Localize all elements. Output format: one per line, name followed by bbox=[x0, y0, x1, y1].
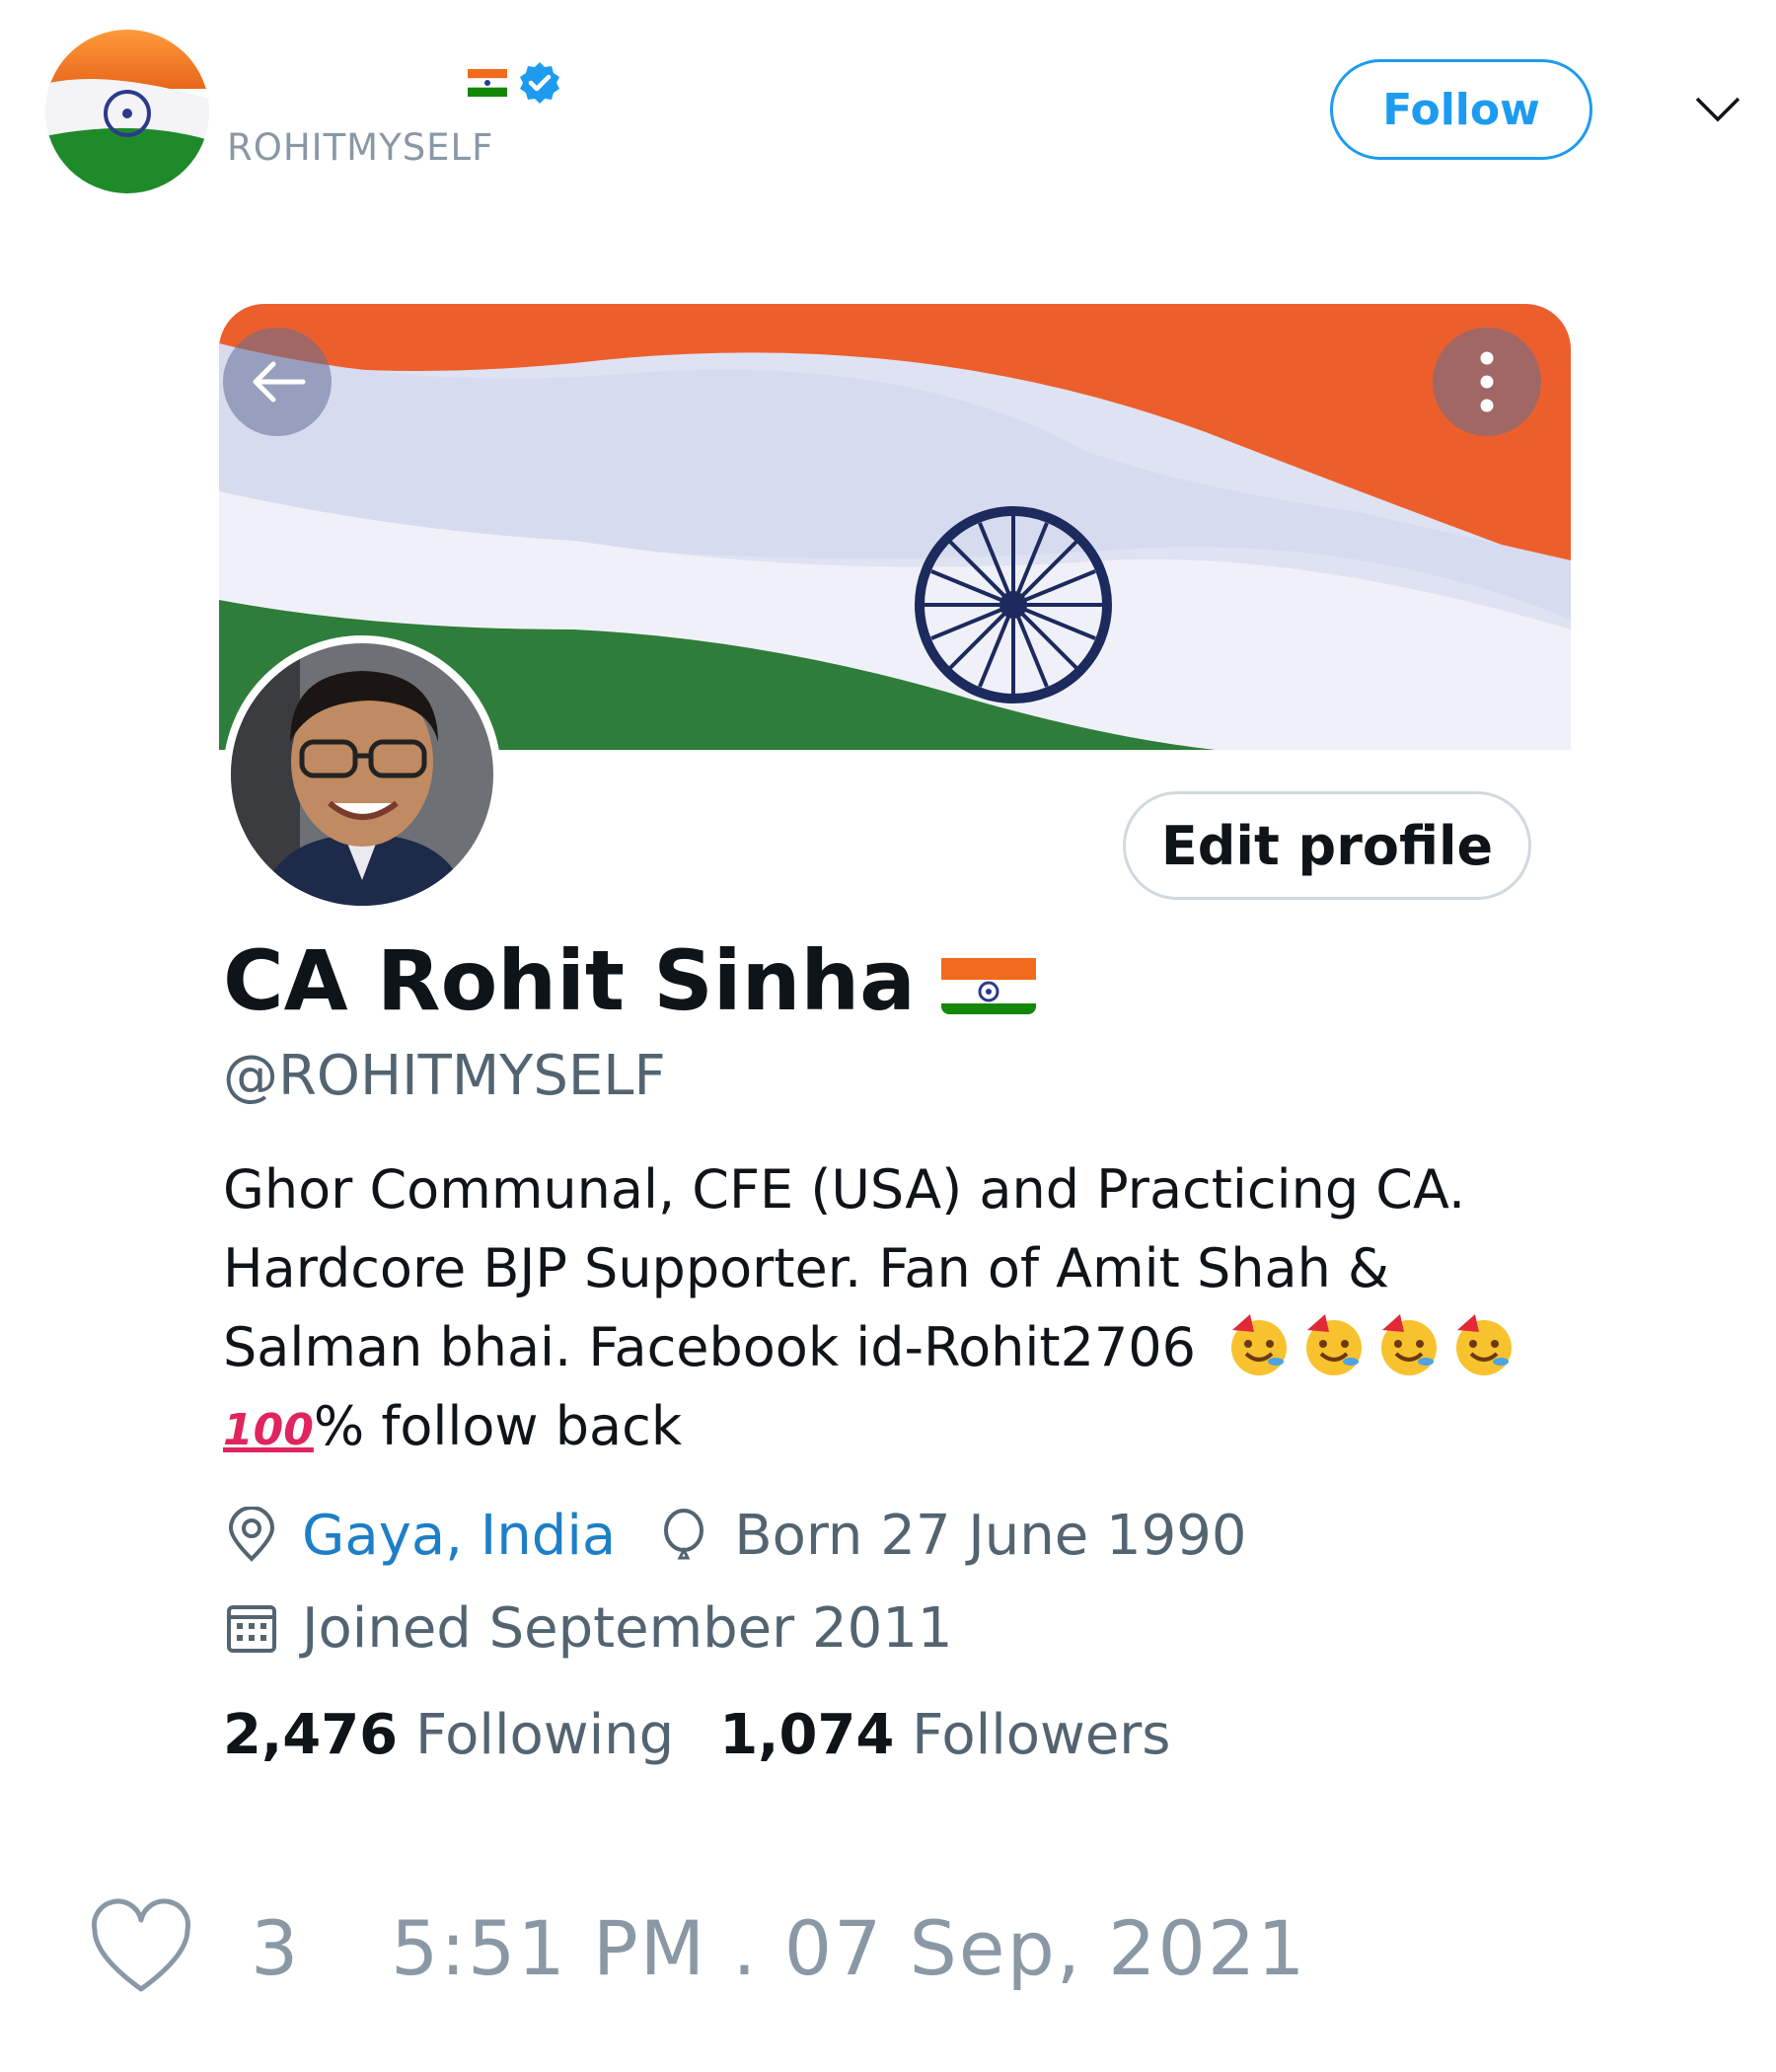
following-link[interactable]: 2,476 Following bbox=[223, 1703, 674, 1767]
calendar-icon bbox=[223, 1599, 280, 1657]
following-label: Following bbox=[414, 1703, 675, 1767]
hundred-points-icon: 100 bbox=[223, 1405, 314, 1455]
partying-face-icon bbox=[1299, 1310, 1369, 1379]
follow-button[interactable]: Follow bbox=[1330, 59, 1592, 160]
display-name-text: CA Rohit Sinha bbox=[223, 932, 916, 1029]
profile-joined-row: Joined September 2011 bbox=[223, 1589, 952, 1667]
following-count: 2,476 bbox=[223, 1703, 399, 1767]
tweet-author-name[interactable] bbox=[229, 57, 562, 109]
tweet-author-username: ROHITMYSELF bbox=[227, 126, 494, 169]
profile-display-name: CA Rohit Sinha bbox=[223, 931, 1036, 1030]
more-options-icon[interactable] bbox=[1433, 328, 1541, 436]
bio-line-text: % follow back bbox=[313, 1395, 683, 1457]
follow-counts: 2,476 Following 1,074 Followers bbox=[223, 1703, 1170, 1767]
back-arrow-icon[interactable] bbox=[223, 328, 332, 436]
joined-date: Joined September 2011 bbox=[302, 1595, 953, 1661]
followers-count: 1,074 bbox=[719, 1703, 895, 1767]
followers-label: Followers bbox=[912, 1703, 1171, 1767]
chevron-down-icon[interactable] bbox=[1693, 91, 1742, 128]
followers-link[interactable]: 1,074 Followers bbox=[719, 1703, 1170, 1767]
india-flag-icon bbox=[468, 69, 507, 97]
location-pin-icon bbox=[223, 1506, 280, 1564]
bio-line: Hardcore BJP Supporter. Fan of Amit Shah… bbox=[223, 1237, 1390, 1299]
like-heart-icon[interactable] bbox=[87, 1898, 195, 1997]
birth-date: Born 27 June 1990 bbox=[734, 1503, 1247, 1568]
verified-badge-icon bbox=[517, 60, 562, 106]
bio-line: 100% follow back bbox=[223, 1387, 1545, 1470]
bio-line: Salman bhai. Facebook id-Rohit2706 bbox=[223, 1308, 1545, 1387]
balloon-icon bbox=[655, 1507, 712, 1564]
location-link[interactable]: Gaya, India bbox=[302, 1504, 616, 1568]
profile-meta-row: Gaya, India Born 27 June 1990 bbox=[223, 1496, 1247, 1575]
profile-avatar[interactable] bbox=[223, 635, 501, 914]
partying-face-icon bbox=[1449, 1310, 1518, 1379]
tweet-author-avatar[interactable] bbox=[45, 30, 209, 193]
partying-face-icon bbox=[1224, 1310, 1294, 1379]
profile-handle: @ROHITMYSELF bbox=[223, 1044, 666, 1108]
india-flag-icon bbox=[940, 947, 1036, 1014]
bio-line-text: Salman bhai. Facebook id-Rohit2706 bbox=[223, 1316, 1197, 1378]
bio-line: Ghor Communal, CFE (USA) and Practicing … bbox=[223, 1158, 1466, 1221]
like-count: 3 bbox=[251, 1904, 299, 1992]
tweet-timestamp[interactable]: 5:51 PM . 07 Sep, 2021 bbox=[391, 1904, 1307, 1992]
profile-bio: Ghor Communal, CFE (USA) and Practicing … bbox=[223, 1150, 1545, 1470]
partying-face-icon bbox=[1374, 1310, 1443, 1379]
edit-profile-button[interactable]: Edit profile bbox=[1123, 791, 1531, 900]
